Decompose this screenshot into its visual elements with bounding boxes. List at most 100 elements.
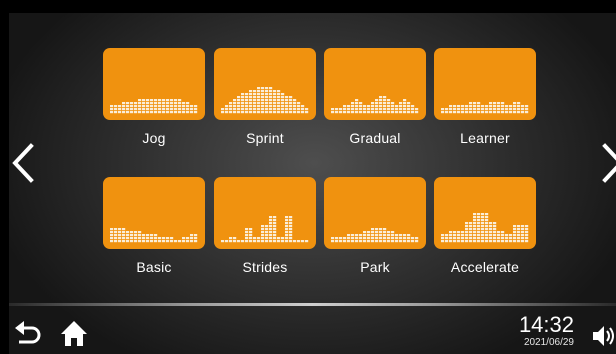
profile-segment [481, 216, 485, 219]
program-sprint[interactable]: Sprint [214, 48, 316, 146]
profile-segment [509, 234, 513, 237]
profile-segment [383, 111, 387, 114]
profile-segment [249, 105, 253, 108]
profile-segment [359, 111, 363, 114]
profile-segment [383, 105, 387, 108]
profile-segment [289, 240, 293, 243]
program-strides[interactable]: Strides [214, 177, 316, 275]
program-park[interactable]: Park [324, 177, 426, 275]
profile-segment [178, 108, 182, 111]
profile-segment [293, 240, 297, 243]
program-jog[interactable]: Jog [103, 48, 205, 146]
profile-segment [126, 111, 130, 114]
profile-segment [485, 231, 489, 234]
profile-segment [391, 231, 395, 234]
profile-segment [289, 108, 293, 111]
profile-segment [126, 105, 130, 108]
profile-segment [261, 90, 265, 93]
profile-segment [261, 93, 265, 96]
profile-segment [469, 102, 473, 105]
profile-segment [489, 111, 493, 114]
profile-segment [395, 111, 399, 114]
profile-segment [257, 108, 261, 111]
program-label: Strides [242, 259, 288, 275]
profile-segment [273, 228, 277, 231]
profile-segment [233, 111, 237, 114]
program-profile-tile [324, 48, 426, 120]
profile-segment [339, 240, 343, 243]
profile-segment [146, 240, 150, 243]
program-profile-graph [441, 102, 529, 114]
profile-segment [415, 240, 419, 243]
profile-segment [293, 99, 297, 102]
profile-segment [241, 111, 245, 114]
profile-segment [501, 234, 505, 237]
chevron-right-icon[interactable] [597, 138, 616, 188]
profile-segment [465, 237, 469, 240]
profile-segment [351, 234, 355, 237]
profile-segment [257, 99, 261, 102]
profile-segment [114, 240, 118, 243]
profile-segment [383, 234, 387, 237]
profile-segment [477, 228, 481, 231]
profile-segment [245, 93, 249, 96]
profile-segment [241, 102, 245, 105]
profile-segment [285, 216, 289, 219]
profile-segment [273, 105, 277, 108]
profile-segment [261, 111, 265, 114]
profile-segment [265, 90, 269, 93]
profile-segment [150, 240, 154, 243]
back-arrow-icon[interactable] [13, 319, 43, 347]
profile-segment [130, 102, 134, 105]
profile-segment [347, 240, 351, 243]
profile-segment [521, 108, 525, 111]
profile-segment [241, 99, 245, 102]
profile-segment [229, 111, 233, 114]
profile-segment [461, 231, 465, 234]
profile-segment [158, 111, 162, 114]
profile-segment [489, 102, 493, 105]
profile-segment [449, 234, 453, 237]
profile-segment [146, 99, 150, 102]
profile-segment [273, 96, 277, 99]
profile-segment [367, 111, 371, 114]
program-profile-graph [110, 99, 198, 114]
profile-segment [501, 108, 505, 111]
profile-segment [186, 240, 190, 243]
profile-segment [367, 231, 371, 234]
profile-segment [355, 234, 359, 237]
program-gradual[interactable]: Gradual [324, 48, 426, 146]
profile-segment [277, 96, 281, 99]
profile-segment [457, 240, 461, 243]
profile-segment [485, 108, 489, 111]
profile-segment [114, 228, 118, 231]
profile-segment [469, 222, 473, 225]
program-basic[interactable]: Basic [103, 177, 205, 275]
profile-segment [281, 237, 285, 240]
profile-segment [289, 105, 293, 108]
profile-segment [473, 228, 477, 231]
profile-segment [130, 237, 134, 240]
program-learner[interactable]: Learner [434, 48, 536, 146]
profile-segment [138, 105, 142, 108]
home-icon[interactable] [59, 319, 89, 347]
profile-segment [273, 222, 277, 225]
chevron-left-icon[interactable] [9, 138, 39, 188]
program-accelerate[interactable]: Accelerate [434, 177, 536, 275]
volume-icon[interactable] [591, 323, 616, 349]
profile-segment [289, 231, 293, 234]
profile-segment [261, 231, 265, 234]
profile-segment [441, 108, 445, 111]
profile-segment [383, 237, 387, 240]
profile-segment [351, 240, 355, 243]
profile-segment [505, 105, 509, 108]
profile-segment [134, 237, 138, 240]
profile-segment [363, 231, 367, 234]
profile-segment [379, 105, 383, 108]
profile-segment [190, 105, 194, 108]
profile-segment [461, 108, 465, 111]
profile-segment [521, 234, 525, 237]
profile-segment [457, 237, 461, 240]
profile-segment [289, 228, 293, 231]
profile-segment [379, 99, 383, 102]
